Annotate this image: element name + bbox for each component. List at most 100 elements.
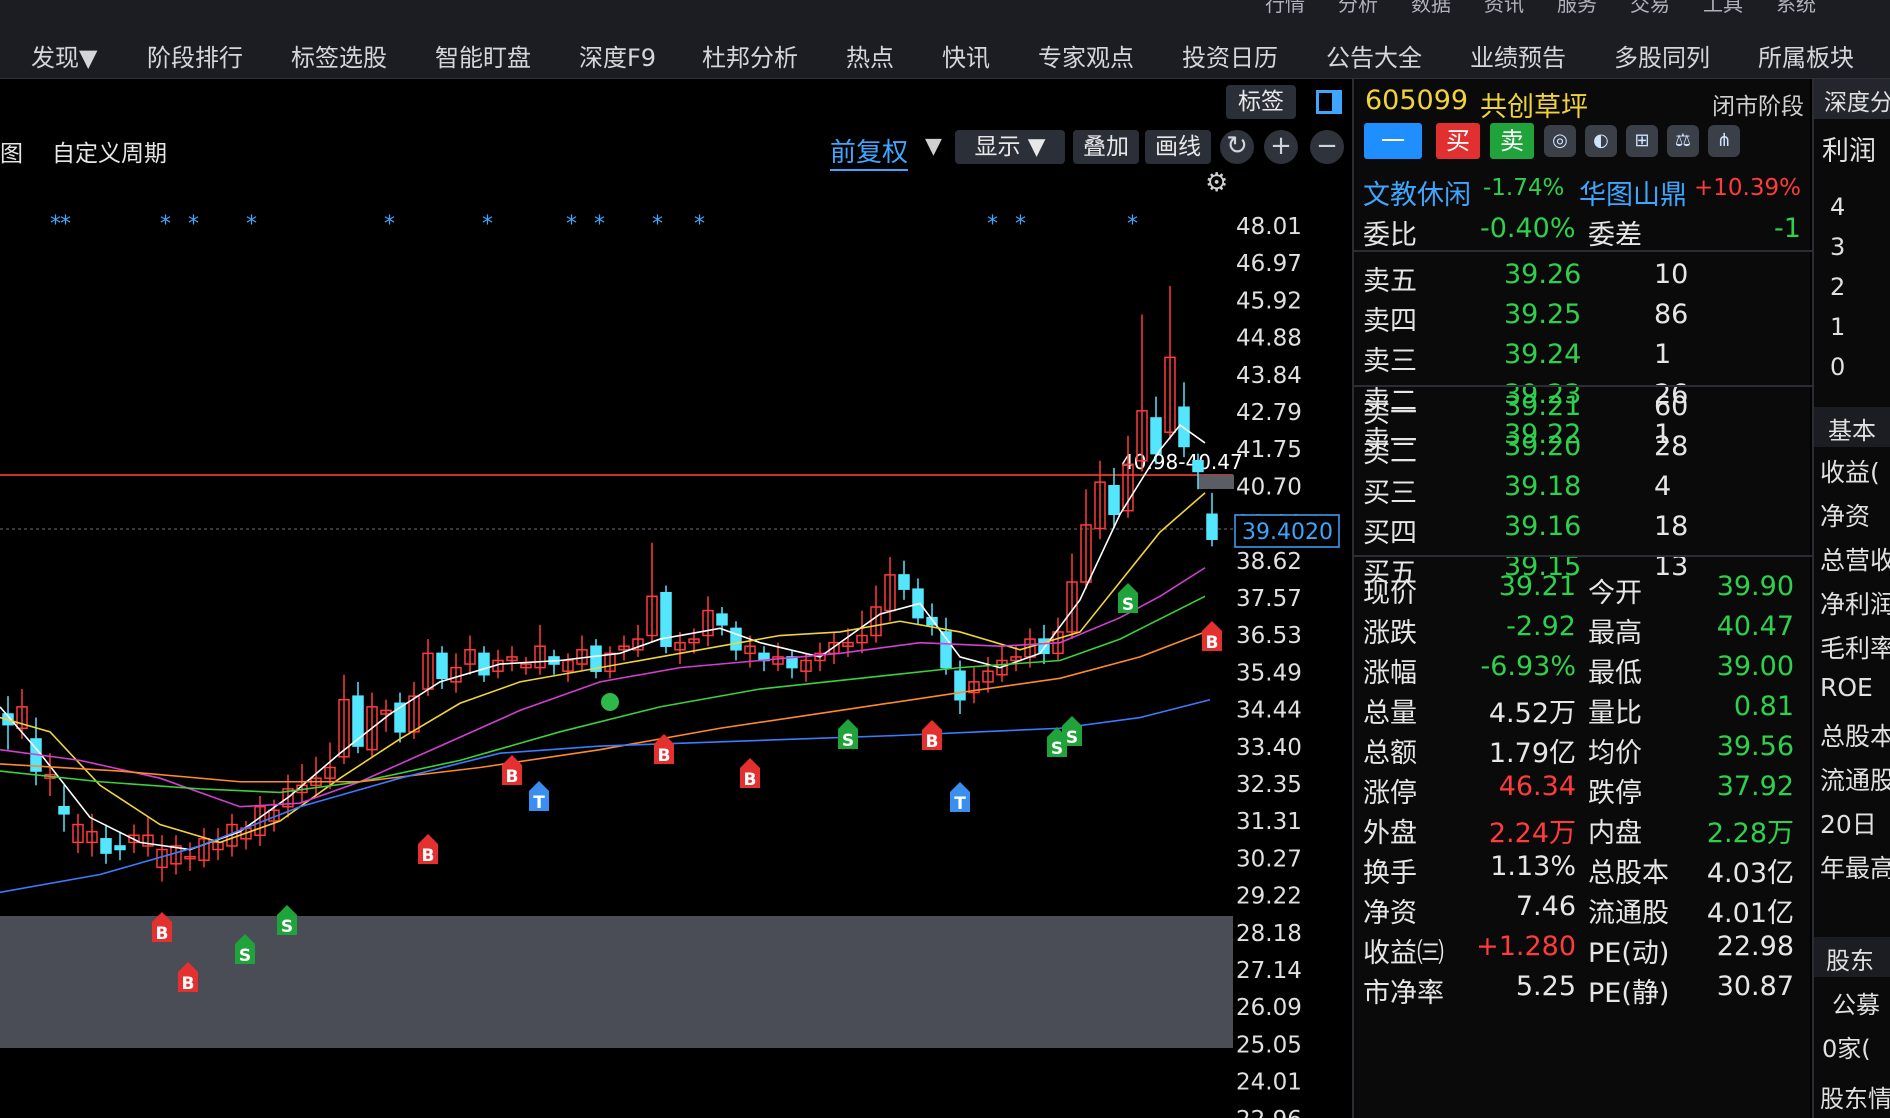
nav-discover[interactable]: 发现▼ bbox=[31, 38, 97, 73]
weibi-label: 委比 bbox=[1363, 220, 1417, 251]
stat-v: 7.46 bbox=[1515, 891, 1576, 922]
menu-service[interactable]: 服务 bbox=[1557, 0, 1597, 17]
nav-announcements[interactable]: 公告大全 bbox=[1326, 38, 1422, 73]
menu-data[interactable]: 数据 bbox=[1411, 0, 1451, 17]
bid-row-price: 39.21 bbox=[1504, 391, 1582, 422]
stat-v2: 39.56 bbox=[1716, 731, 1794, 762]
signal-b-label: B bbox=[926, 732, 939, 752]
gauge-icon[interactable]: ◐ bbox=[1585, 125, 1617, 157]
nav-stage-rank[interactable]: 阶段排行 bbox=[147, 38, 243, 73]
candle-body bbox=[1206, 513, 1218, 540]
ma10-line bbox=[0, 492, 1206, 844]
sell-button[interactable]: 卖 bbox=[1490, 123, 1534, 159]
signal-s-label: S bbox=[1122, 595, 1134, 615]
nav-tag-pick[interactable]: 标签选股 bbox=[291, 38, 387, 73]
stat-v: 1.79亿 bbox=[1488, 738, 1576, 769]
stat-l: 换手 bbox=[1363, 858, 1417, 889]
side-item: 净利润 bbox=[1820, 590, 1890, 619]
nav-flash[interactable]: 快讯 bbox=[942, 38, 990, 73]
chevron-down-icon[interactable]: ▼ bbox=[925, 134, 942, 159]
basic-label: 基本 bbox=[1828, 417, 1876, 445]
nav-sector[interactable]: 所属板块 bbox=[1758, 38, 1854, 73]
kline-chart-panel[interactable]: 48.01 46.97 45.92 44.88 43.84 42.79 41.75 40.70… bbox=[0, 79, 1352, 1118]
sector1-name[interactable]: 文教休闲 bbox=[1363, 173, 1471, 212]
price-tick: 45.92 bbox=[1236, 288, 1302, 314]
nav-hot[interactable]: 热点 bbox=[846, 38, 894, 73]
bid-row-price: 39.18 bbox=[1504, 471, 1582, 502]
stat-v2: 2.28万 bbox=[1706, 818, 1794, 849]
holder-label: 股东 bbox=[1826, 947, 1874, 975]
ask-row-label: 卖五 bbox=[1363, 266, 1417, 297]
stock-code: 605099 bbox=[1365, 85, 1469, 116]
stat-v: +1.280 bbox=[1476, 931, 1576, 962]
price-tick: 46.97 bbox=[1236, 251, 1302, 277]
tag-button[interactable]: 标签 bbox=[1226, 85, 1296, 119]
candle-body bbox=[954, 670, 966, 701]
bid-row-label: 买四 bbox=[1363, 518, 1417, 549]
side-item: 20日 bbox=[1820, 810, 1877, 839]
weicha-label: 委差 bbox=[1588, 220, 1642, 251]
draw-line-button[interactable]: 画线 bbox=[1145, 130, 1211, 164]
menu-quotes[interactable]: 行情 bbox=[1265, 0, 1305, 17]
reset-icon[interactable]: ↻ bbox=[1220, 130, 1254, 164]
star-marker: * bbox=[652, 212, 663, 237]
dash-button[interactable]: 一 bbox=[1364, 123, 1422, 159]
menu-trade[interactable]: 交易 bbox=[1630, 0, 1670, 17]
price-tick: 31.31 bbox=[1236, 809, 1302, 835]
stat-v: 5.25 bbox=[1515, 971, 1576, 1002]
custom-period-label[interactable]: 自定义周期 bbox=[52, 134, 167, 168]
nav-deep-f9[interactable]: 深度F9 bbox=[579, 38, 656, 73]
nav-earnings-forecast[interactable]: 业绩预告 bbox=[1470, 38, 1566, 73]
axis-tick: 1 bbox=[1830, 313, 1846, 341]
radar-icon[interactable]: ◎ bbox=[1544, 125, 1576, 157]
stat-l: 总量 bbox=[1363, 698, 1417, 729]
panel-toggle-icon[interactable] bbox=[1316, 90, 1342, 114]
overlay-button[interactable]: 叠加 bbox=[1073, 130, 1139, 164]
candle-body bbox=[1108, 484, 1120, 516]
menu-news[interactable]: 资讯 bbox=[1484, 0, 1524, 17]
star-marker: * bbox=[1127, 212, 1138, 237]
stat-v: 4.52万 bbox=[1488, 698, 1576, 729]
signal-b-label: B bbox=[422, 846, 435, 866]
nav-calendar[interactable]: 投资日历 bbox=[1182, 38, 1278, 73]
signal-b-label: B bbox=[744, 770, 757, 790]
buy-button[interactable]: 买 bbox=[1436, 123, 1480, 159]
depth-title[interactable]: 深度分 bbox=[1824, 83, 1890, 117]
ma20-line bbox=[0, 567, 1206, 808]
ask-row-price: 39.25 bbox=[1504, 299, 1582, 330]
menu-tools[interactable]: 工具 bbox=[1703, 0, 1743, 17]
price-tick: 24.01 bbox=[1236, 1070, 1302, 1096]
market-status: 闭市阶段 bbox=[1712, 94, 1804, 120]
gear-icon[interactable]: ⚙ bbox=[1205, 168, 1228, 198]
display-button[interactable]: 显示 ▼ bbox=[955, 130, 1065, 164]
period-partial-label[interactable]: 图 bbox=[0, 134, 23, 168]
nav-multi-stock[interactable]: 多股同列 bbox=[1614, 38, 1710, 73]
signal-b-label: B bbox=[156, 924, 169, 944]
zoom-out-icon[interactable]: − bbox=[1310, 130, 1344, 164]
signal-t-label: T bbox=[954, 794, 966, 814]
side-item: 收益( bbox=[1820, 458, 1880, 487]
adjust-select[interactable]: 前复权 bbox=[830, 132, 909, 171]
nav-expert[interactable]: 专家观点 bbox=[1038, 38, 1134, 73]
star-marker: * bbox=[987, 212, 998, 237]
nav-dupont[interactable]: 杜邦分析 bbox=[702, 38, 798, 73]
tree-icon[interactable]: ⋔ bbox=[1708, 125, 1740, 157]
balance-icon[interactable]: ⚖ bbox=[1667, 125, 1699, 157]
signal-b-label: B bbox=[182, 974, 195, 994]
menu-analysis[interactable]: 分析 bbox=[1338, 0, 1378, 17]
kline-chart[interactable]: 48.01 46.97 45.92 44.88 43.84 42.79 41.75 40.70… bbox=[0, 79, 1352, 1118]
price-tick: 34.44 bbox=[1236, 698, 1302, 724]
fund-label: 公募 bbox=[1832, 991, 1880, 1019]
stat-l2: 最低 bbox=[1588, 658, 1642, 689]
quote-panel: 605099 共创草坪 闭市阶段 一 买 卖 ◎ ◐ ⊞ ⚖ ⋔ 文教休闲 -1… bbox=[1352, 79, 1812, 1118]
candle-body bbox=[1150, 417, 1162, 455]
current-price-tag: 39.4020 bbox=[1242, 520, 1333, 545]
stock-name: 共创草坪 bbox=[1480, 92, 1588, 123]
sector2-name[interactable]: 华图山鼎 bbox=[1579, 173, 1687, 212]
stat-l: 市净率 bbox=[1363, 978, 1444, 1009]
nav-smart-watch[interactable]: 智能盯盘 bbox=[435, 38, 531, 73]
menu-system[interactable]: 系统 bbox=[1776, 0, 1816, 17]
zoom-in-icon[interactable]: + bbox=[1264, 130, 1298, 164]
candle-body bbox=[1192, 460, 1204, 473]
scan-icon[interactable]: ⊞ bbox=[1626, 125, 1658, 157]
